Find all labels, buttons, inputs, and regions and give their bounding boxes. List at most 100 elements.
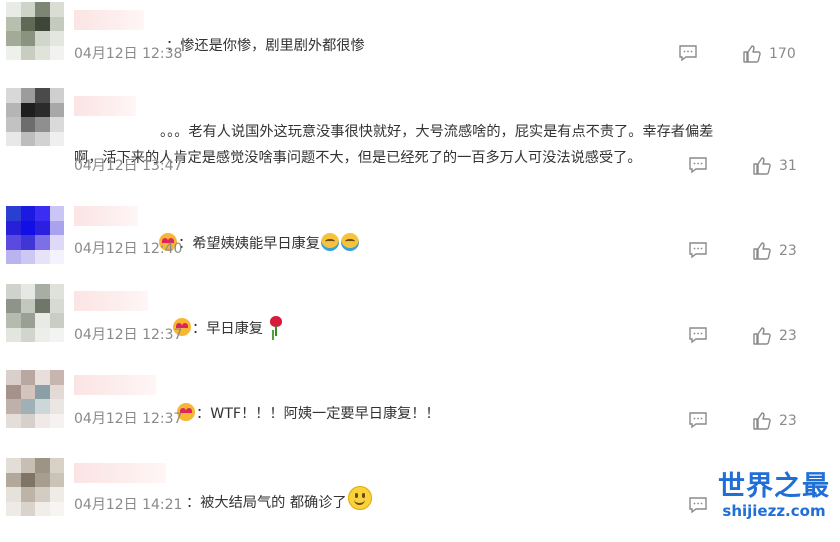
- avatar-pixel: [35, 117, 50, 132]
- avatar-pixel: [35, 313, 50, 328]
- avatar-pixel: [35, 88, 50, 103]
- avatar-pixel: [35, 235, 50, 250]
- like-count: 23: [779, 243, 797, 259]
- avatar-pixel: [49, 370, 64, 385]
- thumbs-up-icon: [753, 242, 771, 260]
- watermark-cn: 世界之最: [718, 471, 830, 502]
- username-blurred[interactable]: [74, 463, 166, 483]
- reply-icon[interactable]: [688, 325, 708, 345]
- comment-time: 04月12日 13:47: [74, 158, 183, 174]
- avatar-pixel: [6, 88, 21, 103]
- avatar-pixel: [49, 102, 64, 117]
- avatar-pixel: [20, 31, 35, 46]
- reply-icon[interactable]: [688, 240, 708, 260]
- avatar-pixel: [35, 413, 50, 428]
- avatar-pixel: [35, 399, 50, 414]
- thumbs-up-icon: [743, 45, 761, 63]
- avatar-pixel: [6, 31, 21, 46]
- thumbs-up-icon: [753, 327, 771, 345]
- avatar-pixel: [20, 370, 35, 385]
- avatar-pixel: [6, 458, 21, 473]
- comment-time: 04月12日 14:21: [74, 497, 183, 513]
- comment-text: ：WTF！！！阿姨一定要早日康复！！: [158, 375, 810, 453]
- avatar-pixel: [49, 501, 64, 516]
- avatar-pixel: [20, 501, 35, 516]
- reply-icon[interactable]: [688, 410, 708, 430]
- avatar[interactable]: [6, 206, 64, 264]
- thumbs-up-icon: [753, 412, 771, 430]
- avatar-pixel: [49, 2, 64, 17]
- avatar-pixel: [20, 384, 35, 399]
- avatar-pixel: [6, 413, 21, 428]
- like-button[interactable]: 23: [752, 326, 797, 346]
- avatar-pixel: [6, 16, 21, 31]
- avatar-pixel: [20, 2, 35, 17]
- avatar-pixel: [35, 206, 50, 221]
- avatar-pixel: [6, 399, 21, 414]
- avatar-pixel: [6, 313, 21, 328]
- avatar-pixel: [49, 249, 64, 264]
- avatar-pixel: [49, 88, 64, 103]
- username-blurred[interactable]: [74, 10, 144, 30]
- avatar-pixel: [6, 220, 21, 235]
- comment-time: 04月12日 12:40: [74, 241, 183, 257]
- avatar[interactable]: [6, 2, 64, 60]
- avatar-pixel: [6, 327, 21, 342]
- avatar-pixel: [49, 235, 64, 250]
- avatar-pixel: [6, 501, 21, 516]
- like-count: 23: [779, 413, 797, 429]
- avatar-pixel: [6, 298, 21, 313]
- avatar-pixel: [35, 131, 50, 146]
- avatar-pixel: [6, 2, 21, 17]
- avatar-pixel: [20, 313, 35, 328]
- avatar-pixel: [6, 206, 21, 221]
- comment-text: ：希望姨姨能早日康复: [140, 205, 810, 283]
- like-button[interactable]: 170: [742, 44, 796, 64]
- comment-text: ：早日康复: [154, 290, 810, 368]
- avatar-pixel: [49, 399, 64, 414]
- reply-icon[interactable]: [688, 495, 708, 515]
- avatar-pixel: [20, 399, 35, 414]
- avatar-pixel: [35, 16, 50, 31]
- comment-text-content: ：被大结局气的 都确诊了: [186, 495, 347, 511]
- like-button[interactable]: 23: [752, 241, 797, 261]
- username-blurred[interactable]: [74, 291, 148, 311]
- like-count: 23: [779, 328, 797, 344]
- comment-time: 04月12日 12:37: [74, 411, 183, 427]
- watermark-logo: 世界之最 shijiezz.com: [712, 471, 836, 521]
- avatar-pixel: [20, 327, 35, 342]
- like-count: 170: [769, 46, 796, 62]
- avatar-pixel: [6, 487, 21, 502]
- reply-icon[interactable]: [678, 43, 698, 63]
- avatar-pixel: [20, 298, 35, 313]
- username-blurred[interactable]: [74, 375, 156, 395]
- avatar-pixel: [6, 384, 21, 399]
- avatar-pixel: [35, 220, 50, 235]
- like-button[interactable]: 31: [752, 156, 797, 176]
- avatar-pixel: [49, 45, 64, 60]
- avatar[interactable]: [6, 458, 64, 516]
- avatar-pixel: [35, 31, 50, 46]
- avatar-pixel: [6, 249, 21, 264]
- avatar-pixel: [49, 458, 64, 473]
- reply-icon[interactable]: [688, 155, 708, 175]
- avatar-pixel: [6, 370, 21, 385]
- avatar-pixel: [20, 102, 35, 117]
- avatar-pixel: [49, 298, 64, 313]
- smile-emoji-icon: [347, 486, 372, 510]
- avatar-pixel: [35, 45, 50, 60]
- avatar[interactable]: [6, 370, 64, 428]
- username-blurred[interactable]: [74, 206, 138, 226]
- comment-text-content: ：早日康复: [192, 321, 263, 337]
- avatar-pixel: [6, 284, 21, 299]
- avatar-pixel: [35, 501, 50, 516]
- avatar-pixel: [35, 249, 50, 264]
- avatar[interactable]: [6, 88, 64, 146]
- rose-emoji-icon: [268, 316, 284, 336]
- avatar[interactable]: [6, 284, 64, 342]
- comment-text-content: ：惨还是你惨，剧里剧外都很惨: [166, 38, 365, 54]
- comment-text: ：惨还是你惨，剧里剧外都很惨: [148, 7, 810, 85]
- avatar-pixel: [49, 117, 64, 132]
- avatar-pixel: [35, 384, 50, 399]
- like-button[interactable]: 23: [752, 411, 797, 431]
